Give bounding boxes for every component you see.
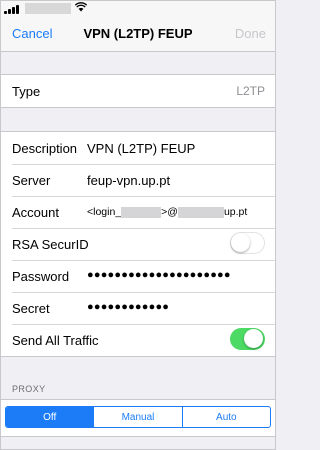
navigation-bar: Cancel VPN (L2TP) FEUP Done <box>1 17 275 52</box>
description-field[interactable]: VPN (L2TP) FEUP <box>87 141 195 156</box>
account-field[interactable]: <login_ >@ up.pt <box>87 206 247 218</box>
account-middle: >@ <box>161 206 178 218</box>
server-field[interactable]: feup-vpn.up.pt <box>87 173 170 188</box>
proxy-option-manual[interactable]: Manual <box>93 407 181 427</box>
server-label: Server <box>12 172 51 188</box>
carrier-redacted <box>25 3 71 14</box>
toggle-knob <box>231 233 250 252</box>
type-row[interactable]: Type L2TP <box>1 75 275 107</box>
type-value: L2TP <box>236 84 265 98</box>
proxy-section-header: PROXY <box>12 384 46 394</box>
status-bar <box>1 1 275 17</box>
wifi-icon <box>75 2 87 12</box>
server-row: Server feup-vpn.up.pt <box>1 164 275 196</box>
password-row: Password ●●●●●●●●●●●●●●●●●●●●● <box>1 260 275 292</box>
send-all-traffic-toggle[interactable] <box>230 328 265 350</box>
type-label: Type <box>12 83 41 99</box>
vpn-details-section: Description VPN (L2TP) FEUP Server feup-… <box>1 131 275 357</box>
proxy-option-auto[interactable]: Auto <box>181 407 270 427</box>
secret-field[interactable]: ●●●●●●●●●●●● <box>87 301 169 313</box>
done-button[interactable]: Done <box>235 26 266 41</box>
account-redacted-domain <box>177 206 224 218</box>
rsa-securid-toggle[interactable] <box>230 232 265 254</box>
vpn-settings-screen: Cancel VPN (L2TP) FEUP Done Type L2TP De… <box>0 0 276 450</box>
account-row: Account <login_ >@ up.pt <box>1 196 275 228</box>
description-row: Description VPN (L2TP) FEUP <box>1 132 275 164</box>
password-label: Password <box>12 268 70 284</box>
account-label: Account <box>12 204 59 220</box>
send-all-traffic-label: Send All Traffic <box>12 332 99 348</box>
toggle-knob <box>244 329 263 348</box>
password-field[interactable]: ●●●●●●●●●●●●●●●●●●●●● <box>87 269 231 281</box>
proxy-segmented-control: Off Manual Auto <box>5 406 271 428</box>
rsa-securid-row: RSA SecurID <box>1 228 275 260</box>
secret-label: Secret <box>12 300 50 316</box>
proxy-option-off[interactable]: Off <box>6 407 94 427</box>
page-title: VPN (L2TP) FEUP <box>83 26 193 41</box>
account-prefix: <login_ <box>87 206 122 218</box>
account-redacted-login <box>121 206 162 218</box>
type-section: Type L2TP <box>1 74 275 108</box>
secret-row: Secret ●●●●●●●●●●●● <box>1 292 275 324</box>
rsa-securid-label: RSA SecurID <box>12 236 89 252</box>
signal-strength-icon <box>4 5 19 14</box>
description-label: Description <box>12 140 78 156</box>
account-suffix: up.pt <box>223 206 248 218</box>
proxy-section: Off Manual Auto <box>1 399 275 437</box>
send-all-traffic-row: Send All Traffic <box>1 324 275 356</box>
